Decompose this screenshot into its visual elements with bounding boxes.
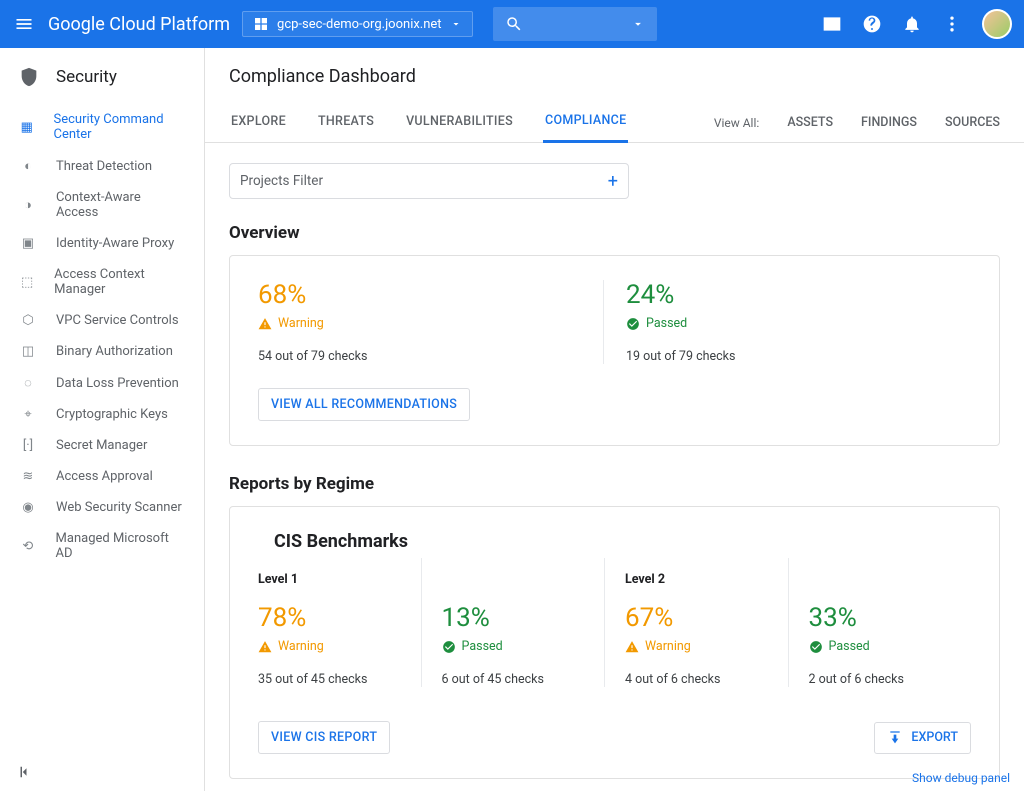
search-icon	[505, 15, 523, 33]
cis-l1-warn-pct: 78%	[258, 603, 421, 633]
tab-compliance[interactable]: COMPLIANCE	[543, 103, 628, 143]
sidebar-item-label: Data Loss Prevention	[56, 376, 179, 391]
warning-icon	[258, 317, 272, 331]
sidebar-item-icon: ⟲	[18, 539, 38, 554]
project-name: gcp-sec-demo-org.joonix.net	[277, 17, 442, 32]
check-circle-icon	[809, 640, 823, 654]
sidebar-item[interactable]: ▦ Security Command Center	[0, 104, 204, 150]
projects-filter-label: Projects Filter	[240, 173, 323, 189]
sidebar-item[interactable]: ⌖ Cryptographic Keys	[0, 399, 204, 430]
cis-level2-label: Level 2	[625, 572, 788, 587]
sidebar-item-label: VPC Service Controls	[56, 313, 179, 328]
sidebar-item-label: Managed Microsoft AD	[56, 531, 186, 561]
export-button[interactable]: EXPORT	[874, 722, 971, 754]
overview-pass-label: Passed	[646, 316, 687, 331]
page-title: Compliance Dashboard	[205, 48, 1024, 103]
project-selector[interactable]: gcp-sec-demo-org.joonix.net	[242, 11, 473, 37]
help-icon[interactable]	[862, 14, 882, 34]
sidebar-item[interactable]: ⬡ VPC Service Controls	[0, 305, 204, 336]
plus-icon[interactable]: +	[608, 171, 618, 192]
shield-icon	[18, 66, 40, 88]
search-input[interactable]	[493, 7, 658, 41]
view-all-label: View All:	[714, 116, 760, 130]
more-vert-icon[interactable]	[942, 14, 962, 34]
sidebar-item[interactable]: ◫ Binary Authorization	[0, 336, 204, 367]
sidebar-item[interactable]: ≋ Access Approval	[0, 461, 204, 492]
menu-icon[interactable]	[12, 12, 36, 36]
tab-vulnerabilities[interactable]: VULNERABILITIES	[404, 104, 515, 141]
cis-title: CIS Benchmarks	[258, 511, 971, 558]
sidebar-item[interactable]: ◑ Context-Aware Access	[0, 182, 204, 228]
overview-pass-count: 19 out of 79 checks	[626, 349, 971, 364]
overview-warn-label: Warning	[278, 316, 324, 331]
collapse-sidebar-button[interactable]	[0, 753, 204, 791]
sidebar-item-icon: ◌	[18, 375, 38, 391]
sidebar-item-icon: ▣	[18, 236, 38, 251]
sidebar-item-icon: ◉	[18, 500, 38, 515]
sidebar-item-label: Web Security Scanner	[56, 500, 182, 515]
check-circle-icon	[442, 640, 456, 654]
sidebar-item[interactable]: ⬚ Access Context Manager	[0, 259, 204, 305]
sidebar-item-label: Access Approval	[56, 469, 153, 484]
sidebar-item-label: Binary Authorization	[56, 344, 173, 359]
download-icon	[887, 730, 903, 746]
sidebar-item[interactable]: ⟲ Managed Microsoft AD	[0, 523, 204, 569]
cis-l2-warn-pct: 67%	[625, 603, 788, 633]
sidebar-item[interactable]: ▣ Identity-Aware Proxy	[0, 228, 204, 259]
sidebar-item-icon: ⌖	[18, 407, 38, 422]
sidebar-item-icon: [·]	[18, 438, 38, 453]
sidebar-item-icon: ⬡	[18, 313, 38, 328]
projects-filter[interactable]: Projects Filter +	[229, 163, 629, 199]
tab-assets[interactable]: ASSETS	[787, 115, 833, 130]
sidebar-item-icon: ◑	[18, 197, 38, 213]
sidebar-title: Security	[56, 67, 117, 87]
overview-pass-pct: 24%	[626, 280, 971, 310]
reports-heading: Reports by Regime	[229, 474, 1000, 494]
notifications-icon[interactable]	[902, 14, 922, 34]
sidebar-item-label: Threat Detection	[56, 159, 152, 174]
sidebar-item-icon: ▦	[18, 120, 36, 135]
sidebar-item-label: Security Command Center	[54, 112, 187, 142]
overview-warn-count: 54 out of 79 checks	[258, 349, 603, 364]
sidebar-item[interactable]: ◌ Data Loss Prevention	[0, 367, 204, 399]
cis-level1-label: Level 1	[258, 572, 421, 587]
sidebar-item-icon: ◐	[18, 158, 38, 174]
sidebar-item-label: Identity-Aware Proxy	[56, 236, 174, 251]
caret-down-icon	[450, 18, 462, 30]
tab-findings[interactable]: FINDINGS	[861, 115, 917, 130]
view-all-recommendations-button[interactable]: VIEW ALL RECOMMENDATIONS	[258, 388, 470, 421]
sidebar-item-label: Cryptographic Keys	[56, 407, 168, 422]
tab-sources[interactable]: SOURCES	[945, 115, 1000, 130]
brand-label: Google Cloud Platform	[48, 14, 230, 35]
cis-card: CIS Benchmarks Level 1 78% Warning 35 ou…	[229, 506, 1000, 779]
cis-l1-pass-pct: 13%	[442, 603, 605, 633]
tab-threats[interactable]: THREATS	[316, 104, 376, 141]
caret-down-icon	[631, 17, 645, 31]
warning-icon	[625, 640, 639, 654]
sidebar-item[interactable]: ◐ Threat Detection	[0, 150, 204, 182]
sidebar-item-icon: ≋	[18, 469, 38, 484]
org-icon	[253, 16, 269, 32]
tab-explore[interactable]: EXPLORE	[229, 104, 288, 141]
sidebar-item-icon: ⬚	[18, 275, 36, 290]
sidebar-item-label: Access Context Manager	[54, 267, 186, 297]
sidebar-item-icon: ◫	[18, 344, 38, 359]
check-circle-icon	[626, 317, 640, 331]
overview-warn-pct: 68%	[258, 280, 603, 310]
overview-card: 68% Warning 54 out of 79 checks 24% Pass…	[229, 255, 1000, 446]
sidebar-item[interactable]: ◉ Web Security Scanner	[0, 492, 204, 523]
avatar[interactable]	[982, 9, 1012, 39]
overview-heading: Overview	[229, 223, 1000, 243]
cloud-shell-icon[interactable]	[822, 14, 842, 34]
sidebar-item[interactable]: [·] Secret Manager	[0, 430, 204, 461]
sidebar-item-label: Context-Aware Access	[56, 190, 186, 220]
show-debug-panel-link[interactable]: Show debug panel	[912, 771, 1010, 785]
warning-icon	[258, 640, 272, 654]
sidebar-item-label: Secret Manager	[56, 438, 147, 453]
view-cis-report-button[interactable]: VIEW CIS REPORT	[258, 721, 390, 754]
cis-l2-pass-pct: 33%	[809, 603, 972, 633]
